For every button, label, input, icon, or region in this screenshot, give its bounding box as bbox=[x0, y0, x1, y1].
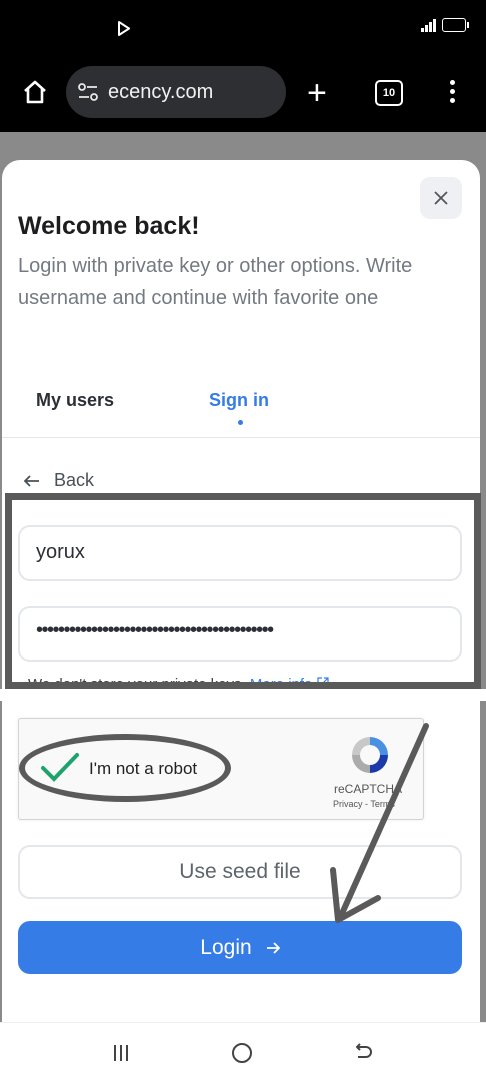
status-time: 10:04 PM bbox=[22, 20, 88, 37]
home-icon[interactable] bbox=[22, 80, 48, 104]
network-speed: 1.32 K/S bbox=[362, 16, 378, 33]
login-button[interactable]: Login bbox=[18, 921, 462, 974]
tab-switcher-button[interactable]: 10 bbox=[375, 80, 403, 106]
status-icons: 1.32 K/S Vo LTE 4G 69 bbox=[362, 16, 469, 33]
arrow-left-icon bbox=[24, 474, 39, 487]
battery-icon: 69 bbox=[442, 18, 469, 32]
app-notification-icon: P bbox=[98, 19, 109, 36]
home-button-icon[interactable] bbox=[232, 1043, 252, 1063]
recaptcha-logo-icon bbox=[352, 737, 388, 773]
annotation-ellipse bbox=[19, 734, 231, 802]
url-text[interactable]: ecency.com bbox=[108, 81, 213, 104]
recent-apps-icon[interactable] bbox=[112, 1044, 130, 1062]
new-tab-icon[interactable]: + bbox=[307, 76, 327, 110]
terms-link[interactable]: Terms bbox=[370, 799, 395, 809]
annotation-mask bbox=[0, 689, 486, 701]
arrow-right-icon bbox=[266, 941, 280, 954]
more-menu-icon[interactable] bbox=[450, 80, 456, 107]
tabs-divider bbox=[2, 437, 480, 438]
back-link[interactable]: Back bbox=[24, 470, 94, 491]
site-settings-icon[interactable] bbox=[78, 83, 98, 101]
recaptcha-brand: reCAPTCHA bbox=[334, 782, 403, 796]
signal-icon bbox=[421, 18, 436, 32]
play-store-icon bbox=[118, 21, 130, 36]
back-label: Back bbox=[54, 470, 95, 490]
close-button[interactable] bbox=[420, 177, 462, 219]
back-icon[interactable] bbox=[354, 1043, 374, 1061]
close-icon bbox=[434, 191, 448, 205]
login-label: Login bbox=[200, 935, 252, 959]
modal-title: Welcome back! bbox=[18, 212, 200, 240]
modal-subtitle: Login with private key or other options.… bbox=[18, 255, 413, 309]
recaptcha-links: Privacy - Terms bbox=[333, 799, 395, 809]
tab-sign-in[interactable]: Sign in bbox=[209, 390, 269, 411]
active-tab-indicator bbox=[238, 420, 243, 425]
volte-icon: Vo LTE bbox=[383, 16, 399, 33]
tab-my-users[interactable]: My users bbox=[36, 390, 114, 411]
use-seed-file-button[interactable]: Use seed file bbox=[18, 845, 462, 899]
network-type: 4G bbox=[404, 20, 415, 29]
privacy-link[interactable]: Privacy bbox=[333, 799, 363, 809]
annotation-rectangle bbox=[5, 493, 481, 689]
